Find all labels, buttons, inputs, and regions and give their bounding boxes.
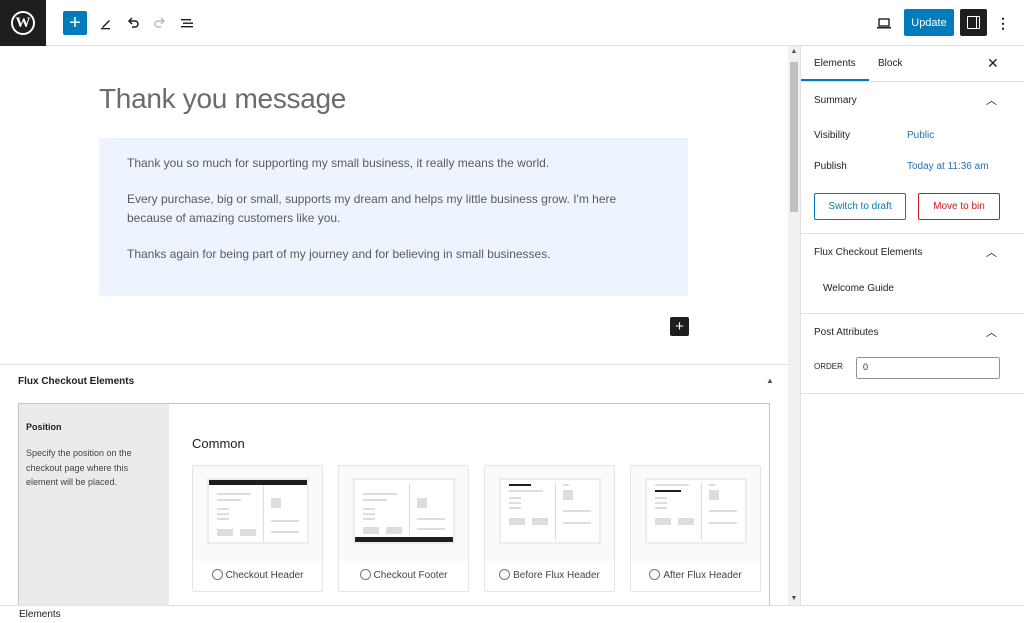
visibility-value[interactable]: Public — [907, 130, 934, 141]
flux-checkout-panel: Flux Checkout Elements ︿ Welcome Guide — [801, 234, 1024, 314]
post-title[interactable]: Thank you message — [99, 83, 346, 115]
publish-date-value[interactable]: Today at 11:36 am — [907, 161, 989, 172]
redo-button[interactable] — [147, 10, 173, 36]
collapse-caret-icon[interactable]: ▲ — [766, 376, 774, 385]
welcome-guide-link[interactable]: Welcome Guide — [823, 283, 894, 294]
flux-checkout-metabox: Flux Checkout Elements ▲ Position Specif… — [0, 364, 788, 613]
editor-scrollbar[interactable]: ▲ ▼ — [788, 46, 800, 605]
more-vertical-icon: ⋮ — [996, 14, 1010, 31]
option-label[interactable]: Checkout Header — [193, 569, 322, 581]
tab-block[interactable]: Block — [878, 58, 902, 69]
chevron-up-icon[interactable]: ︿ — [986, 244, 997, 260]
layout-preview-image — [645, 478, 747, 544]
option-label[interactable]: Checkout Footer — [339, 569, 468, 581]
publish-label: Publish — [814, 161, 847, 172]
option-text: Checkout Footer — [373, 570, 448, 581]
option-text: Checkout Header — [225, 570, 304, 581]
plus-icon: + — [69, 11, 81, 34]
update-button[interactable]: Update — [904, 9, 954, 36]
position-heading: Position — [26, 422, 62, 432]
editor-canvas: Thank you message Thank you so much for … — [0, 46, 788, 364]
add-block-button[interactable]: + — [63, 11, 87, 35]
wordpress-icon: W — [11, 11, 35, 35]
chevron-up-icon[interactable]: ︿ — [986, 92, 997, 108]
group-block[interactable]: Thank you so much for supporting my smal… — [99, 138, 688, 296]
layout-preview — [339, 466, 468, 561]
paragraph-block[interactable]: Every purchase, big or small, supports m… — [127, 190, 660, 228]
option-card-checkout-footer[interactable]: Checkout Footer — [338, 465, 469, 592]
option-label[interactable]: Before Flux Header — [485, 569, 614, 581]
layout-preview-image — [207, 478, 309, 544]
layout-preview-image — [499, 478, 601, 544]
post-attributes-heading[interactable]: Post Attributes — [814, 327, 878, 338]
breadcrumb-item[interactable]: Elements — [19, 609, 61, 620]
layout-preview — [631, 466, 760, 561]
sidebar-icon — [967, 16, 980, 29]
option-label[interactable]: After Flux Header — [631, 569, 760, 581]
radio-button[interactable] — [499, 569, 511, 580]
settings-toggle-button[interactable] — [960, 9, 987, 36]
summary-heading[interactable]: Summary — [814, 95, 857, 106]
radio-button[interactable] — [649, 569, 661, 580]
tools-button[interactable] — [93, 10, 119, 36]
settings-sidebar: Elements Block ✕ Summary ︿ Visibility Pu… — [800, 46, 1024, 605]
option-card-checkout-header[interactable]: Checkout Header — [192, 465, 323, 592]
position-options: Common Checkout Header Checkout Footer B… — [169, 404, 769, 613]
position-settings-sidebar: Position Specify the position on the che… — [19, 404, 169, 613]
layout-preview — [485, 466, 614, 561]
paragraph-block[interactable]: Thanks again for being part of my journe… — [127, 245, 660, 264]
document-overview-button[interactable] — [174, 10, 200, 36]
summary-panel: Summary ︿ Visibility Public Publish Toda… — [801, 82, 1024, 234]
option-text: Before Flux Header — [513, 570, 600, 581]
order-label: ORDER — [814, 362, 843, 371]
editor-top-toolbar: W + Update ⋮ — [0, 0, 1024, 46]
radio-button[interactable] — [359, 569, 371, 580]
layout-preview — [193, 466, 322, 561]
option-card-before-flux-header[interactable]: Before Flux Header — [484, 465, 615, 592]
undo-button[interactable] — [120, 10, 146, 36]
chevron-up-icon[interactable]: ︿ — [986, 324, 997, 340]
scroll-down-arrow-icon[interactable]: ▼ — [788, 593, 800, 605]
undo-icon — [127, 17, 139, 28]
flux-panel-heading[interactable]: Flux Checkout Elements — [814, 247, 922, 258]
paragraph-block[interactable]: Thank you so much for supporting my smal… — [127, 154, 660, 173]
visibility-label: Visibility — [814, 130, 850, 141]
switch-to-draft-button[interactable]: Switch to draft — [814, 193, 906, 220]
list-view-icon — [181, 19, 193, 28]
options-menu-button[interactable]: ⋮ — [990, 10, 1016, 36]
option-text: After Flux Header — [663, 570, 742, 581]
metabox-title[interactable]: Flux Checkout Elements — [18, 376, 134, 387]
laptop-icon — [877, 18, 891, 29]
radio-button[interactable] — [211, 569, 223, 580]
preview-button[interactable] — [871, 10, 897, 36]
position-description: Specify the position on the checkout pag… — [26, 448, 132, 487]
option-card-after-flux-header[interactable]: After Flux Header — [630, 465, 761, 592]
wordpress-logo-button[interactable]: W — [0, 0, 46, 46]
tab-elements[interactable]: Elements — [801, 58, 869, 81]
layout-preview-image — [353, 478, 455, 544]
option-group-label: Common — [192, 436, 245, 451]
post-attributes-panel: Post Attributes ︿ ORDER 0 — [801, 314, 1024, 394]
order-input[interactable]: 0 — [856, 357, 1000, 379]
plus-icon: + — [675, 318, 684, 335]
scrollbar-thumb[interactable] — [790, 62, 798, 212]
pen-icon — [101, 20, 110, 30]
close-sidebar-icon[interactable]: ✕ — [987, 55, 999, 72]
sidebar-tabs: Elements Block ✕ — [801, 46, 1024, 82]
move-to-bin-button[interactable]: Move to bin — [918, 193, 1000, 220]
block-breadcrumb-bar: Elements — [0, 605, 1024, 623]
redo-icon — [154, 17, 166, 28]
scroll-up-arrow-icon[interactable]: ▲ — [788, 46, 800, 58]
block-inserter-button[interactable]: + — [670, 317, 689, 336]
metabox-content: Position Specify the position on the che… — [18, 403, 770, 613]
